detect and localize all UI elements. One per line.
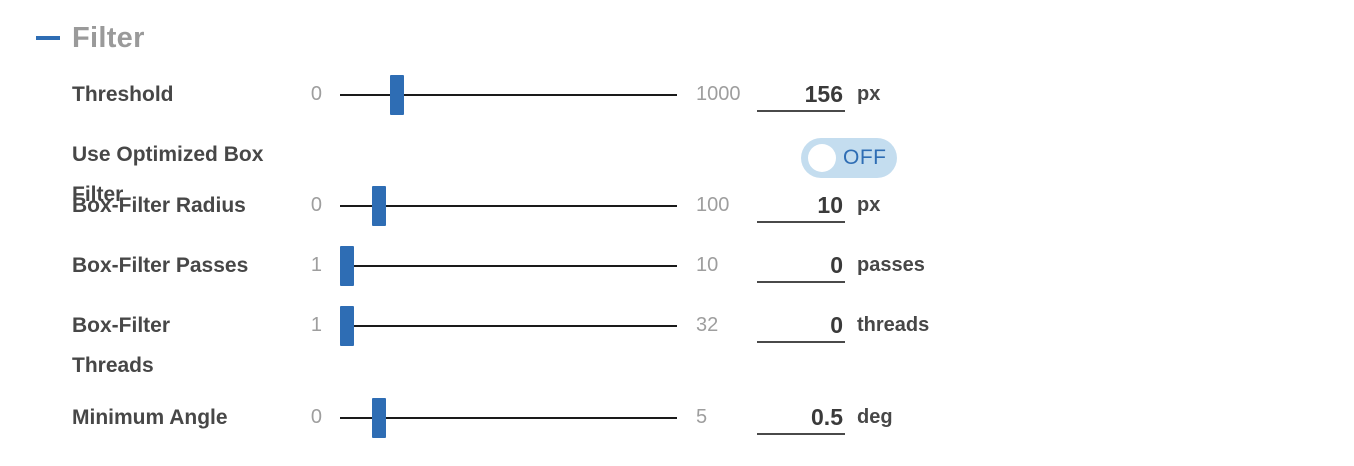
angle-slider-track <box>340 417 677 419</box>
angle-unit: deg <box>857 406 893 428</box>
collapse-minus-icon[interactable] <box>36 36 60 40</box>
passes-row: Box-Filter Passes 1 10 passes <box>0 246 1354 306</box>
passes-slider[interactable] <box>340 246 677 286</box>
threshold-max: 1000 <box>696 83 741 105</box>
toggle-state: OFF <box>843 146 887 169</box>
angle-label: Minimum Angle <box>72 406 228 429</box>
threshold-slider-thumb[interactable] <box>390 75 405 115</box>
threshold-min: 0 <box>310 83 322 105</box>
passes-input[interactable] <box>757 249 845 283</box>
threshold-input[interactable] <box>757 78 845 112</box>
threads-input[interactable] <box>757 309 845 343</box>
angle-max: 5 <box>696 406 708 428</box>
toggle-knob <box>808 144 836 172</box>
threads-unit: threads <box>857 314 930 336</box>
radius-unit: px <box>857 194 881 216</box>
threshold-label: Threshold <box>72 83 174 106</box>
passes-unit: passes <box>857 254 925 276</box>
filter-section-header[interactable]: Filter <box>36 18 145 58</box>
angle-slider-thumb[interactable] <box>372 398 387 438</box>
section-title: Filter <box>72 21 145 54</box>
optimized-box-filter-toggle[interactable]: OFF <box>801 138 897 178</box>
radius-min: 0 <box>310 194 322 216</box>
angle-min: 0 <box>310 406 322 428</box>
threshold-row: Threshold 0 1000 px <box>0 75 1354 135</box>
passes-slider-track <box>340 265 677 267</box>
radius-row: Box-Filter Radius 0 100 px <box>0 186 1354 246</box>
threads-slider-thumb[interactable] <box>340 306 354 346</box>
threads-label-line1: Box-Filter <box>72 314 171 337</box>
threads-min: 1 <box>310 314 322 336</box>
radius-slider[interactable] <box>340 186 677 226</box>
angle-row: Minimum Angle 0 5 deg <box>0 398 1354 458</box>
threshold-slider[interactable] <box>340 75 677 115</box>
passes-label: Box-Filter Passes <box>72 254 249 277</box>
threads-label-line2: Threads <box>72 354 154 377</box>
passes-min: 1 <box>310 254 322 276</box>
radius-input[interactable] <box>757 189 845 223</box>
radius-slider-track <box>340 205 677 207</box>
threads-max: 32 <box>696 314 719 336</box>
threshold-unit: px <box>857 83 881 105</box>
radius-max: 100 <box>696 194 730 216</box>
radius-label: Box-Filter Radius <box>72 194 246 217</box>
angle-input[interactable] <box>757 401 845 435</box>
threads-row: Box-Filter Threads 1 32 threads <box>0 306 1354 386</box>
passes-slider-thumb[interactable] <box>340 246 354 286</box>
angle-slider[interactable] <box>340 398 677 438</box>
passes-max: 10 <box>696 254 719 276</box>
radius-slider-thumb[interactable] <box>372 186 387 226</box>
threads-slider[interactable] <box>340 306 677 346</box>
threads-slider-track <box>340 325 677 327</box>
